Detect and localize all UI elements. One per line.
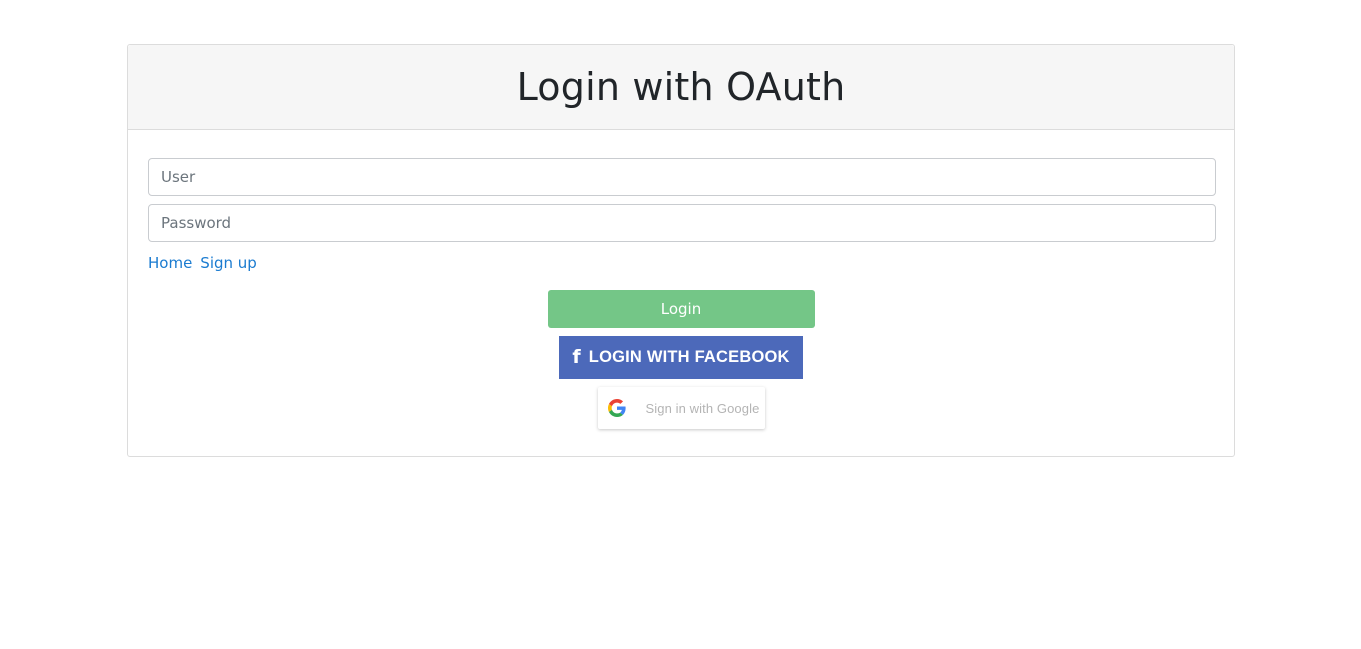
button-stack: Login f LOGIN WITH FACEBOOK Sign in with… (148, 290, 1214, 429)
login-card: Login with OAuth Home Sign up Login f LOG… (127, 44, 1235, 457)
card-header: Login with OAuth (128, 45, 1234, 130)
facebook-button-label: LOGIN WITH FACEBOOK (588, 348, 790, 366)
auth-links: Home Sign up (148, 254, 1214, 274)
login-button[interactable]: Login (547, 290, 815, 328)
google-g-icon (607, 399, 626, 417)
user-input[interactable] (148, 158, 1216, 196)
google-signin-button[interactable]: Sign in with Google (597, 387, 765, 429)
password-input[interactable] (148, 204, 1216, 242)
facebook-f-icon: f (572, 345, 581, 368)
home-link[interactable]: Home (148, 254, 192, 272)
signup-link[interactable]: Sign up (200, 254, 257, 272)
google-button-label: Sign in with Google (645, 400, 760, 416)
card-body: Home Sign up Login f LOGIN WITH FACEBOOK … (128, 130, 1234, 429)
page-title: Login with OAuth (516, 65, 846, 109)
facebook-login-button[interactable]: f LOGIN WITH FACEBOOK (559, 336, 803, 379)
